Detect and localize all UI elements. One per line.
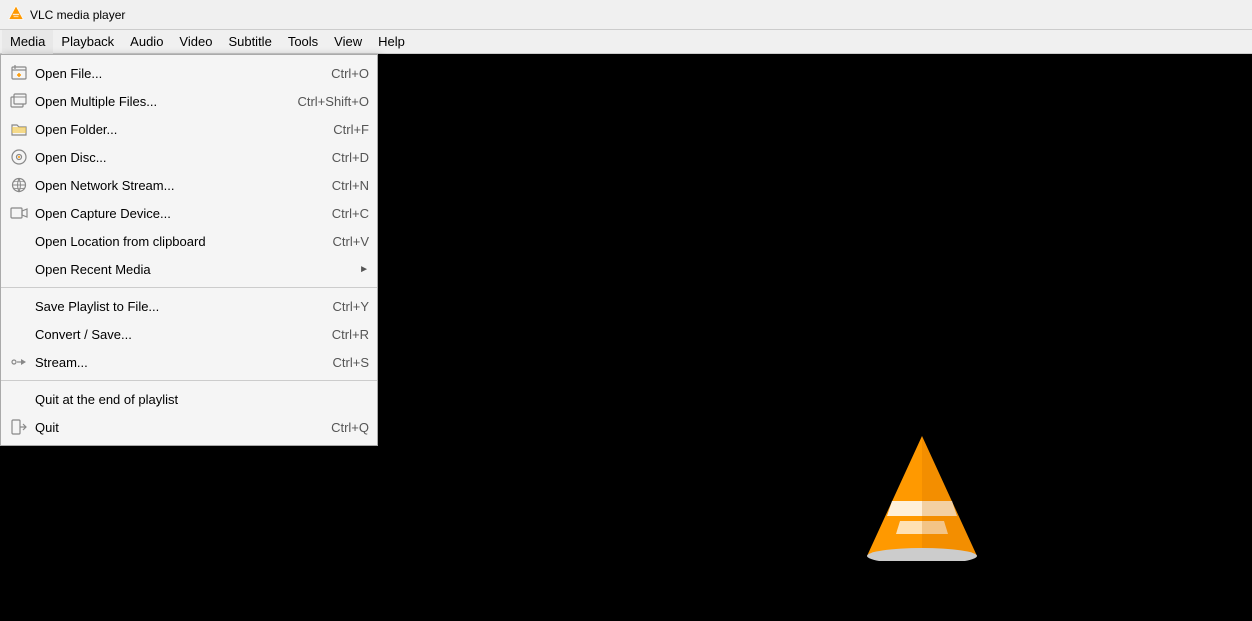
separator-2	[1, 380, 377, 381]
open-folder-label: Open Folder...	[35, 122, 313, 137]
save-playlist-icon	[9, 296, 29, 316]
menu-subtitle[interactable]: Subtitle	[220, 30, 279, 54]
menu-item-convert-save[interactable]: Convert / Save... Ctrl+R	[1, 320, 377, 348]
open-folder-shortcut: Ctrl+F	[333, 122, 369, 137]
open-location-shortcut: Ctrl+V	[333, 234, 369, 249]
open-location-label: Open Location from clipboard	[35, 234, 313, 249]
menu-item-save-playlist[interactable]: Save Playlist to File... Ctrl+Y	[1, 292, 377, 320]
menu-media[interactable]: Media	[2, 30, 53, 54]
menu-playback[interactable]: Playback	[53, 30, 122, 54]
open-multiple-shortcut: Ctrl+Shift+O	[297, 94, 369, 109]
open-recent-label: Open Recent Media	[35, 262, 359, 277]
stream-icon	[9, 352, 29, 372]
titlebar: VLC media player	[0, 0, 1252, 30]
open-capture-shortcut: Ctrl+C	[332, 206, 369, 221]
open-multiple-icon	[9, 91, 29, 111]
open-disc-icon	[9, 147, 29, 167]
convert-save-label: Convert / Save...	[35, 327, 312, 342]
quit-label: Quit	[35, 420, 311, 435]
open-location-icon	[9, 231, 29, 251]
menu-item-open-capture[interactable]: Open Capture Device... Ctrl+C	[1, 199, 377, 227]
media-dropdown-menu: Open File... Ctrl+O Open Multiple Files.…	[0, 54, 378, 446]
quit-end-icon	[9, 389, 29, 409]
open-recent-icon	[9, 259, 29, 279]
open-disc-label: Open Disc...	[35, 150, 312, 165]
open-file-label: Open File...	[35, 66, 311, 81]
convert-save-icon	[9, 324, 29, 344]
menu-video[interactable]: Video	[171, 30, 220, 54]
menu-item-stream[interactable]: Stream... Ctrl+S	[1, 348, 377, 376]
menu-item-quit[interactable]: Quit Ctrl+Q	[1, 413, 377, 441]
stream-label: Stream...	[35, 355, 313, 370]
separator-1	[1, 287, 377, 288]
menu-item-open-file[interactable]: Open File... Ctrl+O	[1, 59, 377, 87]
quit-icon	[9, 417, 29, 437]
convert-save-shortcut: Ctrl+R	[332, 327, 369, 342]
menu-item-quit-end[interactable]: Quit at the end of playlist	[1, 385, 377, 413]
open-recent-arrow: ►	[359, 264, 369, 275]
open-capture-icon	[9, 203, 29, 223]
menu-item-open-recent[interactable]: Open Recent Media ►	[1, 255, 377, 283]
stream-shortcut: Ctrl+S	[333, 355, 369, 370]
menu-item-open-location[interactable]: Open Location from clipboard Ctrl+V	[1, 227, 377, 255]
open-capture-label: Open Capture Device...	[35, 206, 312, 221]
open-network-label: Open Network Stream...	[35, 178, 312, 193]
menu-audio[interactable]: Audio	[122, 30, 171, 54]
open-disc-shortcut: Ctrl+D	[332, 150, 369, 165]
open-file-shortcut: Ctrl+O	[331, 66, 369, 81]
menu-item-open-network[interactable]: Open Network Stream... Ctrl+N	[1, 171, 377, 199]
app-title: VLC media player	[30, 8, 125, 22]
menu-help[interactable]: Help	[370, 30, 413, 54]
menu-item-open-folder[interactable]: Open Folder... Ctrl+F	[1, 115, 377, 143]
open-file-icon	[9, 63, 29, 83]
open-multiple-label: Open Multiple Files...	[35, 94, 277, 109]
app-icon	[8, 5, 24, 24]
save-playlist-shortcut: Ctrl+Y	[333, 299, 369, 314]
menu-view[interactable]: View	[326, 30, 370, 54]
quit-shortcut: Ctrl+Q	[331, 420, 369, 435]
open-network-icon	[9, 175, 29, 195]
menu-item-open-multiple[interactable]: Open Multiple Files... Ctrl+Shift+O	[1, 87, 377, 115]
open-network-shortcut: Ctrl+N	[332, 178, 369, 193]
open-folder-icon	[9, 119, 29, 139]
quit-end-label: Quit at the end of playlist	[35, 392, 349, 407]
vlc-logo	[862, 431, 982, 561]
menu-item-open-disc[interactable]: Open Disc... Ctrl+D	[1, 143, 377, 171]
menubar: Media Playback Audio Video Subtitle Tool…	[0, 30, 1252, 54]
menu-tools[interactable]: Tools	[280, 30, 326, 54]
save-playlist-label: Save Playlist to File...	[35, 299, 313, 314]
